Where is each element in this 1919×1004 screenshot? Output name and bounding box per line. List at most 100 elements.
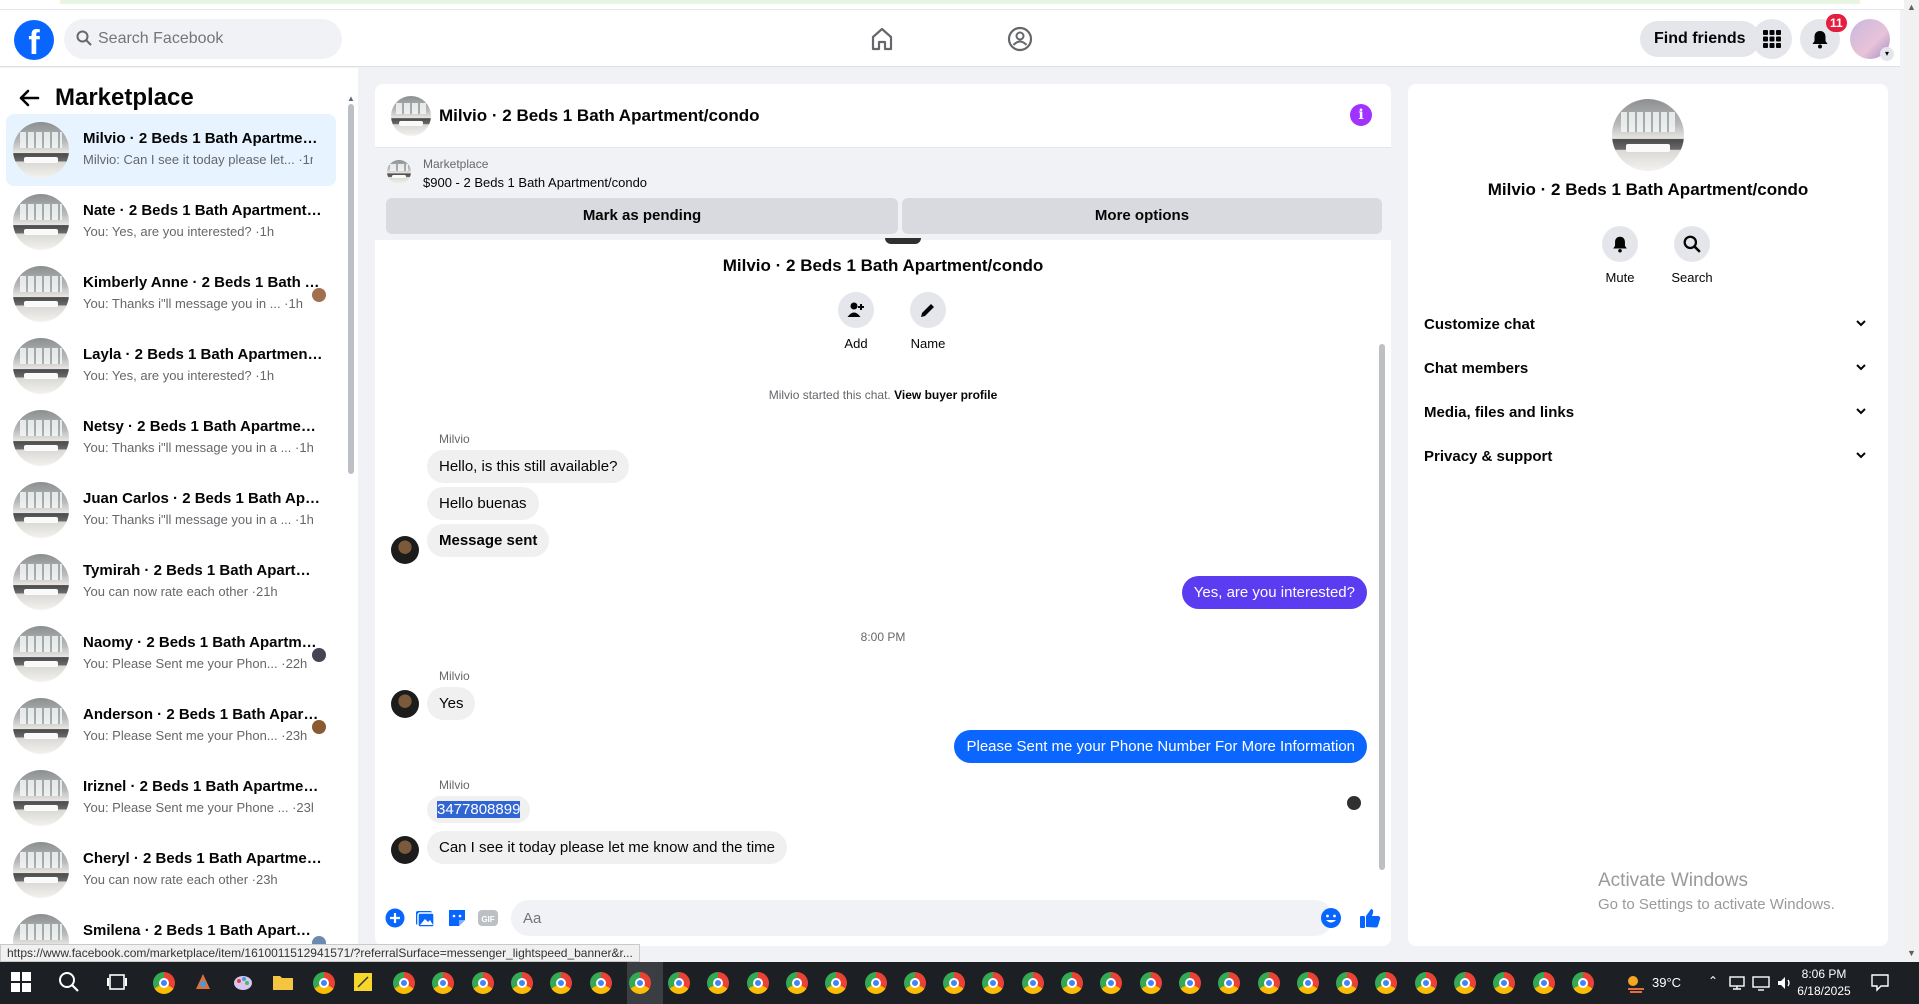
chrome-window-icon[interactable] [865,972,887,994]
chrome-window-icon[interactable] [1375,972,1397,994]
chrome-window-icon[interactable] [1533,972,1555,994]
chrome-window-icon[interactable] [904,972,926,994]
privacy-support-section[interactable]: Privacy & support [1424,434,1872,478]
mark-as-pending-button[interactable]: Mark as pending [386,198,898,234]
facebook-logo[interactable]: f [14,20,54,62]
chrome-window-icon[interactable] [825,972,847,994]
name-chat-button[interactable]: Name [898,292,958,351]
incoming-message[interactable]: Can I see it today please let me know an… [427,831,788,864]
chrome-window-icon[interactable] [707,972,729,994]
chrome-taskbar-icon[interactable] [153,972,175,994]
chrome-window-icon[interactable] [1258,972,1280,994]
incoming-message[interactable]: Yes [427,687,476,720]
media-files-links-section[interactable]: Media, files and links [1424,390,1872,434]
chrome-window-icon[interactable] [1179,972,1201,994]
sticker-icon[interactable] [447,908,467,933]
chrome-window-icon[interactable] [1218,972,1240,994]
chrome-window-icon[interactable] [550,972,572,994]
chrome-window-icon[interactable] [590,972,612,994]
file-explorer-icon[interactable] [272,971,296,995]
conversation-item[interactable]: Milvio · 2 Beds 1 Bath Apartment/condo Mi… [6,114,336,186]
add-people-button[interactable]: Add [826,292,886,351]
sidebar-scrollbar[interactable]: ▲ [347,94,355,954]
thumbs-up-icon[interactable] [1358,906,1382,935]
chrome-window-icon[interactable] [511,972,533,994]
message-input-box[interactable] [511,900,1333,936]
conversation-item[interactable]: Tymirah · 2 Beds 1 Bath Apartment/condo Y… [6,546,336,618]
tray-up-arrow-icon[interactable]: ⌃ [1708,974,1718,1004]
mute-button[interactable]: Mute [1590,226,1650,285]
sticky-notes-icon[interactable] [352,971,376,995]
search-input[interactable] [98,19,328,59]
message-input[interactable] [523,900,1283,936]
display-icon[interactable] [1752,974,1776,998]
chrome-window-icon[interactable] [1100,972,1122,994]
app-taskbar-icon[interactable] [192,971,216,995]
conversation-item[interactable]: Kimberly Anne · 2 Beds 1 Bath Apartment/… [6,258,336,330]
chat-title[interactable]: Milvio · 2 Beds 1 Bath Apartment/condo [439,106,760,126]
back-arrow-icon[interactable] [18,88,40,113]
scroll-up-icon[interactable]: ▲ [347,94,355,103]
conversation-item[interactable]: Naomy · 2 Beds 1 Bath Apartment/condo You… [6,618,336,690]
plus-icon[interactable] [385,908,405,933]
search-in-chat-button[interactable]: Search [1662,226,1722,285]
network-icon[interactable] [1728,974,1752,998]
conversation-item[interactable]: Nate · 2 Beds 1 Bath Apartment/condo You:… [6,186,336,258]
windows-start-icon[interactable] [10,971,34,995]
search-icon[interactable] [58,971,82,995]
chrome-window-icon[interactable] [982,972,1004,994]
thread-scrollbar[interactable] [1377,244,1387,884]
chrome-window-icon[interactable] [1493,972,1515,994]
incoming-message[interactable]: Message sent [427,524,550,557]
page-scrollbar[interactable]: ▲ ▼ [1904,0,1919,962]
chrome-window-icon[interactable] [432,972,454,994]
system-clock[interactable]: 8:06 PM 6/18/2025 [1788,966,1860,1000]
find-friends-button[interactable]: Find friends [1640,21,1760,57]
groups-icon[interactable] [1006,25,1034,58]
account-avatar[interactable]: ▾ [1850,19,1894,61]
chrome-window-icon[interactable] [1022,972,1044,994]
conversation-item[interactable]: Anderson · 2 Beds 1 Bath Apartment/condo… [6,690,336,762]
chrome-window-icon[interactable] [1297,972,1319,994]
chrome-window-icon[interactable] [668,972,690,994]
listing-thumbnail[interactable] [391,96,431,136]
scroll-down-icon[interactable]: ▼ [1907,948,1916,958]
outgoing-message[interactable]: Please Sent me your Phone Number For Mor… [954,730,1367,763]
chrome-taskbar-icon[interactable] [313,972,335,994]
chrome-window-icon[interactable] [786,972,808,994]
conversation-item[interactable]: Cheryl · 2 Beds 1 Bath Apartment/condo Yo… [6,834,336,906]
menu-grid-button[interactable] [1752,19,1792,59]
search-box[interactable] [64,19,342,59]
more-options-button[interactable]: More options [902,198,1382,234]
incoming-message[interactable]: Hello buenas [427,487,539,520]
message-thread[interactable]: Milvio · 2 Beds 1 Bath Apartment/condo A… [375,238,1391,888]
home-icon[interactable] [868,25,896,58]
paint-taskbar-icon[interactable] [232,971,256,995]
thread-scroll-thumb[interactable] [1379,344,1385,870]
conversation-item[interactable]: Juan Carlos · 2 Beds 1 Bath Apartment/co… [6,474,336,546]
view-buyer-profile-link[interactable]: View buyer profile [894,388,997,402]
chrome-window-icon[interactable] [1061,972,1083,994]
chat-members-section[interactable]: Chat members [1424,346,1872,390]
sender-avatar[interactable] [391,836,419,864]
listing-price[interactable]: $900 - 2 Beds 1 Bath Apartment/condo [423,175,647,190]
listing-large-thumbnail[interactable] [1612,99,1684,171]
conversation-item[interactable]: Layla · 2 Beds 1 Bath Apartment/condo You… [6,330,336,402]
notification-center-icon[interactable] [1870,972,1894,996]
sender-avatar[interactable] [391,690,419,718]
sender-avatar[interactable] [391,536,419,564]
incoming-message-phone[interactable]: 3477808899 [427,796,531,823]
chrome-window-icon[interactable] [1336,972,1358,994]
info-icon[interactable]: i [1350,104,1372,126]
incoming-message[interactable]: Hello, is this still available? [427,450,630,483]
chrome-window-icon[interactable] [393,972,415,994]
conversation-item[interactable]: Netsy · 2 Beds 1 Bath Apartment/condo You… [6,402,336,474]
chrome-window-icon[interactable] [1572,972,1594,994]
customize-chat-section[interactable]: Customize chat [1424,302,1872,346]
chrome-window-icon[interactable] [1415,972,1437,994]
outgoing-message[interactable]: Yes, are you interested? [1181,576,1367,609]
chrome-window-icon[interactable] [629,972,651,994]
task-view-icon[interactable] [106,971,130,995]
chrome-window-icon[interactable] [943,972,965,994]
listing-mini-thumbnail[interactable] [387,160,411,184]
